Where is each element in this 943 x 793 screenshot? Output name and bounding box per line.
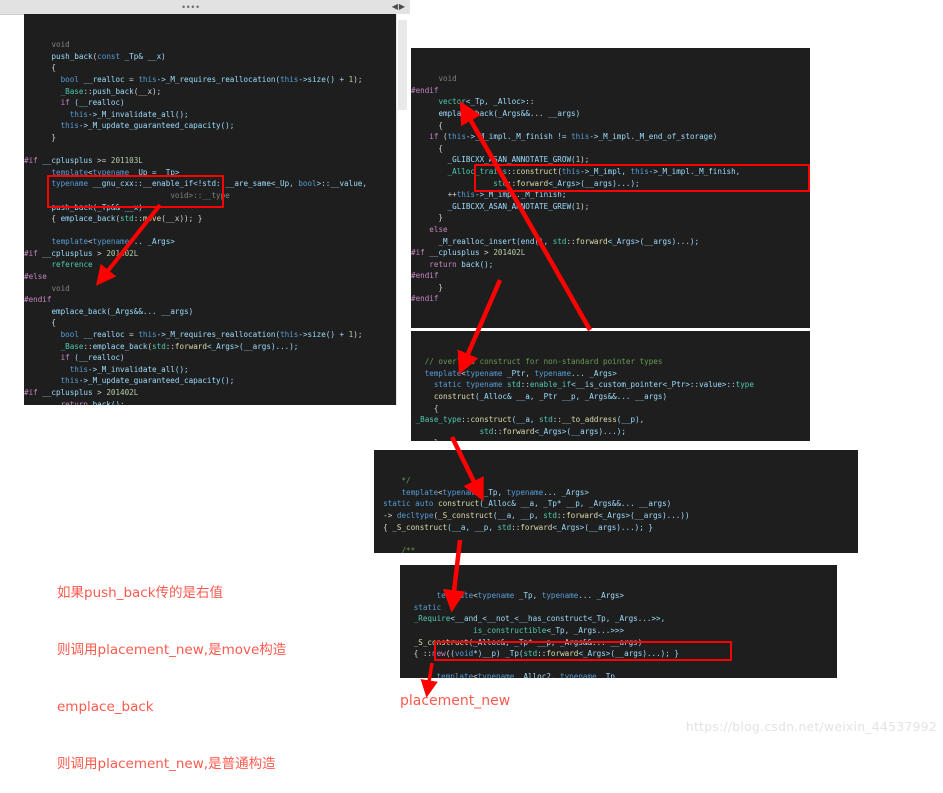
code-line: { — [411, 143, 444, 153]
code-line: { — [411, 403, 439, 413]
code-line: bool __realloc = this->_M_requires_reall… — [60, 74, 363, 84]
code-line: // overload construct for non-standard p… — [424, 357, 663, 367]
code-line: return back(); — [60, 399, 125, 405]
code-line: #endif — [24, 295, 52, 305]
code-panel-alloc-traits-construct-ptr[interactable]: // overload construct for non-standard p… — [411, 331, 810, 441]
code-line: { — [24, 318, 57, 328]
code-line: #endif — [411, 85, 439, 95]
code-line: static auto construct(_Alloc& __a, _Tp* … — [383, 499, 672, 509]
code-line: emplace_back(_Args&&... __args) — [51, 306, 194, 316]
code-line: push_back(const _Tp& __x) — [51, 51, 166, 61]
code-line: is_constructible<_Tp, _Args...>>> — [473, 625, 625, 635]
code-line: void — [438, 74, 457, 84]
code-line: template<typename... _Args> — [51, 237, 175, 247]
horizontal-scroll-arrows[interactable]: ◀▶ — [392, 2, 406, 11]
blog-watermark: https://blog.csdn.net/weixin_44537992 — [685, 719, 937, 734]
code-line: void — [51, 40, 70, 50]
code-line: this->_M_update_guaranteed_capacity(); — [60, 376, 235, 386]
scroll-right-arrow[interactable]: ▶ — [399, 2, 406, 11]
code-line: } — [411, 213, 444, 223]
code-line: this->_M_invalidate_all(); — [69, 364, 189, 374]
code-content: void push_back(const _Tp& __x) { bool __… — [24, 37, 396, 405]
code-line: if (this->_M_impl._M_finish != this->_M_… — [429, 132, 718, 142]
code-line: static typename std::enable_if<__is_cust… — [433, 380, 754, 390]
code-content: template<typename _Tp, typename... _Args… — [400, 588, 837, 678]
code-line: return back(); — [429, 259, 494, 269]
code-line: #if __cplusplus > 201402L — [24, 248, 139, 258]
code-line: else — [429, 224, 448, 234]
code-line: reference — [51, 260, 93, 270]
editor-chrome-bar: •••• ◀▶ — [0, 0, 410, 15]
code-line: if (__realloc) — [60, 353, 125, 363]
code-line: _Require<__and_<__not_<__has_construct<_… — [413, 614, 666, 624]
code-line: #endif — [411, 271, 439, 281]
code-line: #if __cplusplus > 201402L — [24, 388, 139, 397]
annotation-note-chinese: 如果push_back传的是右值 则调用placement_new,是move构… — [57, 546, 286, 793]
code-line: template<typename _Tp, typename... _Args… — [436, 591, 625, 601]
note-line: 如果push_back传的是右值 — [57, 585, 224, 601]
code-line: { — [411, 120, 444, 130]
code-line: emplace_back(_Args&&... __args) — [438, 108, 581, 118]
code-line: vector<_Tp, _Alloc>:: — [438, 97, 535, 107]
code-line: #if __cplusplus >= 201103L — [24, 156, 143, 166]
code-line: template<typename _Ptr, typename... _Arg… — [424, 368, 617, 378]
code-line: bool __realloc = this->_M_requires_reall… — [60, 330, 363, 340]
code-panel-allocator-traits-construct[interactable]: */ template<typename _Tp, typename... _A… — [374, 450, 858, 553]
code-line: { emplace_back(std::move(__x)); } — [24, 214, 203, 224]
code-line: std::forward<_Args>(__args)...); — [479, 426, 626, 436]
code-content: // overload construct for non-standard p… — [411, 354, 810, 441]
redbox-push-back-rvalue — [47, 175, 224, 208]
code-line: /** — [401, 545, 416, 553]
code-line: #if __cplusplus > 201402L — [411, 248, 526, 258]
window-dots-indicator: •••• — [182, 2, 201, 12]
code-line: _Base_type::construct(__a, std::__to_add… — [415, 415, 645, 425]
editor-scrollbar-thumb[interactable] — [398, 20, 407, 110]
scroll-left-arrow[interactable]: ◀ — [392, 2, 399, 11]
code-line: this->_M_update_guaranteed_capacity(); — [60, 121, 235, 131]
code-line: { — [24, 63, 57, 73]
code-line: */ — [401, 476, 411, 486]
code-line: this->_M_invalidate_all(); — [69, 109, 189, 119]
note-line: 则调用placement_new,是move构造 — [57, 642, 287, 658]
code-line: construct(_Alloc& __a, _Ptr __p, _Args&&… — [433, 391, 668, 401]
code-line: _M_realloc_insert(end(), std::forward<_A… — [411, 236, 700, 246]
annotation-label-placement-new: placement_new — [400, 693, 511, 709]
code-line: #endif — [411, 294, 439, 304]
code-line: _Base::emplace_back(std::forward<_Args>(… — [60, 341, 299, 351]
code-line: template<typename _Alloc2, typename _Tp — [436, 672, 615, 678]
code-line: _GLIBCXX_ASAN_ANNOTATE_GREW(1); — [411, 201, 590, 211]
code-line: void — [51, 283, 70, 293]
code-line: } — [411, 282, 444, 292]
code-line: _Base::push_back(__x); — [60, 86, 162, 96]
code-line: #else — [24, 272, 47, 282]
note-line: 则调用placement_new,是普通构造 — [57, 756, 276, 772]
code-panel-vector-push-back[interactable]: void push_back(const _Tp& __x) { bool __… — [24, 14, 396, 405]
code-line: template<typename _Tp, typename... _Args… — [401, 487, 589, 497]
code-content: */ template<typename _Tp, typename... _A… — [374, 473, 858, 553]
code-line: static — [413, 602, 442, 612]
code-line: -> decltype(_S_construct(__a, __p, std::… — [374, 510, 690, 520]
code-line: if (__realloc) — [60, 98, 125, 108]
redbox-alloc-traits-construct — [474, 164, 810, 192]
code-line: } — [411, 437, 810, 441]
code-panel-s-construct-placement-new[interactable]: template<typename _Tp, typename... _Args… — [400, 565, 837, 678]
redbox-placement-new — [434, 641, 732, 661]
code-line: } — [24, 132, 57, 142]
note-line: emplace_back — [57, 699, 154, 715]
code-line: { _S_construct(__a, __p, std::forward<_A… — [374, 522, 653, 532]
